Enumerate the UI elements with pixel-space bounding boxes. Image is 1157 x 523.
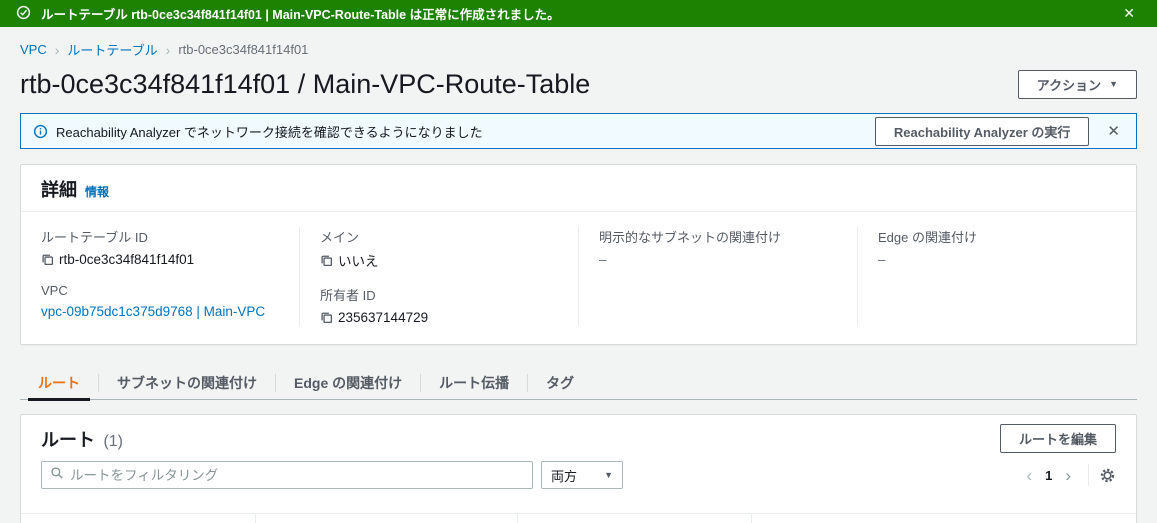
both-filter-dropdown[interactable]: 両方 ▼ [541, 461, 623, 489]
field-label: Edge の関連付け [878, 227, 1116, 246]
field-owner-id: 所有者 ID 235637144729 [320, 285, 558, 326]
field-vpc: VPC vpc-09b75dc1c375d9768 | Main-VPC [41, 283, 279, 320]
info-banner: Reachability Analyzer でネットワーク接続を確認できるように… [20, 113, 1137, 149]
main-value: いいえ [338, 250, 379, 270]
tab-bar: ルート サブネットの関連付け Edge の関連付け ルート伝播 タグ [20, 367, 1137, 400]
search-icon [50, 466, 64, 485]
column-header-target: ターゲット▽ [255, 514, 517, 523]
column-header-status: ステータス▽ [517, 514, 751, 523]
breadcrumb-route-tables[interactable]: ルートテーブル [67, 40, 157, 59]
details-card: 詳細 情報 ルートテーブル ID rtb-0ce3c34f841f14f01 V… [20, 164, 1137, 345]
column-header-destination: 送信先▽ [21, 514, 255, 523]
copy-icon[interactable] [320, 311, 333, 324]
info-banner-message: Reachability Analyzer でネットワーク接続を確認できるように… [56, 122, 875, 141]
field-edge-associations: Edge の関連付け – [878, 227, 1116, 268]
field-label: メイン [320, 227, 558, 246]
run-reachability-analyzer-label: Reachability Analyzer の実行 [894, 122, 1071, 141]
copy-icon[interactable] [320, 254, 333, 267]
tab-edge-associations[interactable]: Edge の関連付け [276, 367, 420, 399]
pagination-prev-icon[interactable]: ‹ [1019, 467, 1039, 484]
breadcrumb-vpc[interactable]: VPC [20, 42, 47, 57]
tab-tags[interactable]: タグ [528, 367, 592, 399]
info-banner-close-icon[interactable]: ✕ [1103, 122, 1124, 140]
routes-card: ルート (1) ルートを編集 両方 ▼ ‹ 1 › [20, 414, 1137, 523]
field-explicit-subnet-associations: 明示的なサブネットの関連付け – [599, 227, 837, 268]
breadcrumb: VPC › ルートテーブル › rtb-0ce3c34f841f14f01 [20, 40, 1137, 59]
routes-title: ルート [41, 430, 95, 450]
vpc-link[interactable]: vpc-09b75dc1c375d9768 | Main-VPC [41, 304, 265, 319]
breadcrumb-current: rtb-0ce3c34f841f14f01 [178, 42, 308, 57]
field-route-table-id: ルートテーブル ID rtb-0ce3c34f841f14f01 [41, 227, 279, 268]
info-icon [33, 124, 48, 139]
page-title: rtb-0ce3c34f841f14f01 / Main-VPC-Route-T… [20, 69, 590, 100]
routes-count: (1) [103, 433, 123, 450]
owner-id-value: 235637144729 [338, 310, 428, 325]
route-table-id-value: rtb-0ce3c34f841f14f01 [59, 252, 194, 267]
actions-button[interactable]: アクション ▼ [1018, 70, 1137, 99]
details-column-3: 明示的なサブネットの関連付け – [578, 227, 857, 326]
success-check-icon [16, 5, 31, 23]
breadcrumb-separator-icon: › [166, 42, 171, 58]
flashbar-close-icon[interactable]: ✕ [1117, 5, 1141, 22]
divider [1088, 464, 1089, 486]
caret-down-icon: ▼ [1109, 80, 1118, 89]
details-column-2: メイン いいえ 所有者 ID 235637144729 [299, 227, 578, 326]
tab-routes[interactable]: ルート [20, 367, 98, 399]
field-label: 所有者 ID [320, 285, 558, 304]
flashbar-message: ルートテーブル rtb-0ce3c34f841f14f01 | Main-VPC… [41, 4, 1117, 23]
routes-table: 送信先▽ ターゲット▽ ステータス▽ 伝播済み▽ 172.30.0.0/16 [21, 513, 1136, 523]
dropdown-selected-value: 両方 [551, 466, 577, 485]
field-label: VPC [41, 283, 279, 298]
details-title: 詳細 [41, 176, 77, 202]
caret-down-icon: ▼ [604, 470, 613, 480]
pagination-next-icon[interactable]: › [1058, 467, 1078, 484]
routes-filter-input-box [41, 461, 533, 489]
edit-routes-label: ルートを編集 [1019, 429, 1097, 448]
tab-route-propagation[interactable]: ルート伝播 [421, 367, 527, 399]
success-flashbar: ルートテーブル rtb-0ce3c34f841f14f01 | Main-VPC… [0, 0, 1157, 27]
routes-table-header-row: 送信先▽ ターゲット▽ ステータス▽ 伝播済み▽ [21, 514, 1136, 523]
breadcrumb-separator-icon: › [55, 42, 60, 58]
details-column-1: ルートテーブル ID rtb-0ce3c34f841f14f01 VPC vpc… [21, 227, 299, 326]
tab-subnet-associations[interactable]: サブネットの関連付け [99, 367, 275, 399]
field-main: メイン いいえ [320, 227, 558, 270]
edge-associations-value: – [878, 252, 886, 267]
pagination-page-number[interactable]: 1 [1039, 468, 1058, 483]
routes-filter-input[interactable] [70, 468, 524, 483]
field-label: ルートテーブル ID [41, 227, 279, 246]
details-column-4: Edge の関連付け – [857, 227, 1136, 326]
edit-routes-button[interactable]: ルートを編集 [1000, 424, 1116, 453]
actions-button-label: アクション [1037, 75, 1101, 94]
details-info-link[interactable]: 情報 [85, 183, 109, 200]
field-label: 明示的なサブネットの関連付け [599, 227, 837, 246]
column-header-propagated: 伝播済み▽ [751, 514, 1136, 523]
copy-icon[interactable] [41, 253, 54, 266]
run-reachability-analyzer-button[interactable]: Reachability Analyzer の実行 [875, 117, 1090, 146]
settings-gear-icon[interactable] [1099, 467, 1116, 484]
subnet-associations-value: – [599, 252, 607, 267]
